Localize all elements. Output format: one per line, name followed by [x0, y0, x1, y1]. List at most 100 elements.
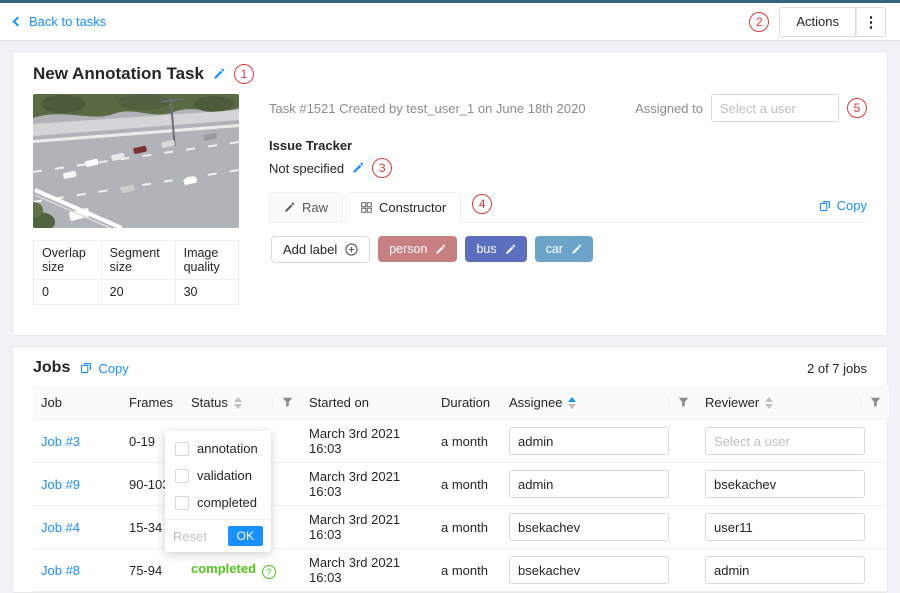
edit-task-name-icon[interactable]: [213, 68, 225, 80]
assignee-input[interactable]: [509, 513, 669, 541]
add-label-text: Add label: [283, 242, 337, 257]
job-link[interactable]: Job #9: [41, 477, 80, 492]
column-assignee[interactable]: Assignee: [501, 386, 697, 420]
question-circle-icon[interactable]: ?: [262, 565, 276, 579]
assignee-input[interactable]: [509, 556, 669, 584]
jobs-card: Jobs Copy 2 of 7 jobs Job Frames Status: [12, 346, 888, 593]
issue-tracker-value: Not specified: [269, 161, 344, 176]
started-cell: March 3rd 2021 16:03: [301, 506, 433, 549]
column-reviewer[interactable]: Reviewer: [697, 386, 889, 420]
assigned-to-group: Assigned to 5: [635, 94, 867, 122]
assignee-sort-icons[interactable]: [568, 397, 576, 409]
jobs-header: Jobs Copy 2 of 7 jobs: [33, 359, 867, 377]
checkbox-icon[interactable]: [175, 442, 189, 456]
column-job: Job: [33, 386, 121, 420]
job-row-3: Job #3 0-19 March 3rd 2021 16:03 a month: [33, 420, 889, 463]
task-title: New Annotation Task: [33, 64, 204, 84]
constructor-icon: [361, 202, 372, 213]
reviewer-input[interactable]: [705, 556, 865, 584]
task-right-column: Task #1521 Created by test_user_1 on Jun…: [269, 94, 867, 319]
edit-label-icon[interactable]: [505, 244, 516, 255]
job-row-8: Job #8 75-94 completed? March 3rd 2021 1…: [33, 549, 889, 592]
topbar-right: 2 Actions ⋮: [749, 7, 886, 37]
annotation-circle-1: 1: [234, 64, 254, 84]
back-to-tasks-link[interactable]: Back to tasks: [14, 14, 106, 29]
job-row-9: Job #9 90-103 March 3rd 2021 16:03 a mon…: [33, 463, 889, 506]
filter-option-completed[interactable]: completed: [165, 489, 271, 516]
param-value-quality: 30: [175, 280, 238, 305]
param-header-segment: Segment size: [101, 241, 175, 280]
column-status[interactable]: Status: [183, 386, 301, 420]
reviewer-sort-icons[interactable]: [765, 397, 773, 409]
reset-button[interactable]: Reset: [173, 529, 207, 544]
started-cell: March 3rd 2021 16:03: [301, 420, 433, 463]
param-value-segment: 20: [101, 280, 175, 305]
edit-issue-tracker-icon[interactable]: [352, 162, 364, 174]
tab-raw-label: Raw: [302, 200, 328, 215]
more-actions-button[interactable]: ⋮: [856, 7, 886, 37]
filter-option-validation[interactable]: validation: [165, 462, 271, 489]
back-label: Back to tasks: [29, 14, 106, 29]
reviewer-filter-icon[interactable]: [860, 397, 881, 408]
column-duration: Duration: [433, 386, 501, 420]
column-status-label: Status: [191, 395, 228, 410]
job-link[interactable]: Job #4: [41, 520, 80, 535]
reviewer-input[interactable]: [705, 513, 865, 541]
actions-button[interactable]: Actions: [779, 7, 856, 37]
edit-label-icon[interactable]: [435, 244, 446, 255]
copy-labels-link[interactable]: Copy: [819, 198, 867, 222]
labels-constructor-area: Add label person bus car: [269, 223, 867, 319]
job-row-4: Job #4 15-34 March 3rd 2021 16:03 a mont…: [33, 506, 889, 549]
jobs-table-header-row: Job Frames Status Started on Duration As…: [33, 386, 889, 420]
label-chip-person[interactable]: person: [378, 236, 457, 262]
task-left-column: Overlap size Segment size Image quality …: [33, 94, 239, 319]
task-title-row: New Annotation Task 1: [33, 64, 867, 84]
tab-constructor[interactable]: Constructor: [346, 192, 461, 223]
label-chip-car[interactable]: car: [535, 236, 593, 262]
param-header-quality: Image quality: [175, 241, 238, 280]
issue-tracker-block: Issue Tracker Not specified 3: [269, 138, 867, 178]
filter-option-annotation[interactable]: annotation: [165, 435, 271, 462]
assigned-to-label: Assigned to: [635, 101, 703, 116]
tab-raw[interactable]: Raw: [269, 192, 343, 223]
status-filter-icon[interactable]: [272, 397, 293, 408]
ok-button[interactable]: OK: [228, 526, 263, 546]
assigned-to-input[interactable]: [711, 94, 839, 122]
assignee-input[interactable]: [509, 427, 669, 455]
status-cell: completed?: [183, 549, 301, 592]
copy-label: Copy: [837, 198, 867, 213]
reviewer-input[interactable]: [705, 427, 865, 455]
jobs-table: Job Frames Status Started on Duration As…: [33, 386, 889, 592]
reviewer-input[interactable]: [705, 470, 865, 498]
label-name: car: [546, 242, 563, 256]
checkbox-icon[interactable]: [175, 496, 189, 510]
job-link[interactable]: Job #8: [41, 563, 80, 578]
status-filter-dropdown: annotation validation completed Reset OK: [165, 431, 271, 552]
issue-tracker-value-row: Not specified 3: [269, 158, 867, 178]
param-value-overlap: 0: [34, 280, 102, 305]
copy-icon: [80, 362, 92, 374]
label-name: bus: [476, 242, 496, 256]
jobs-count: 2 of 7 jobs: [807, 361, 867, 376]
status-sort-icons[interactable]: [234, 397, 242, 409]
pencil-icon: [284, 202, 295, 213]
edit-label-icon[interactable]: [571, 244, 582, 255]
task-meta-text: Task #1521 Created by test_user_1 on Jun…: [269, 101, 586, 116]
task-preview-image: [33, 94, 239, 228]
copy-icon: [819, 200, 831, 212]
assignee-input[interactable]: [509, 470, 669, 498]
duration-cell: a month: [433, 420, 501, 463]
labels-tabs-bar: Raw Constructor 4 Copy: [269, 192, 867, 223]
add-label-button[interactable]: Add label: [271, 236, 370, 263]
job-link[interactable]: Job #3: [41, 434, 80, 449]
label-chip-bus[interactable]: bus: [465, 236, 526, 262]
annotation-circle-2: 2: [749, 12, 769, 32]
param-header-overlap: Overlap size: [34, 241, 102, 280]
copy-jobs-link[interactable]: Copy: [80, 361, 128, 376]
checkbox-icon[interactable]: [175, 469, 189, 483]
assignee-filter-icon[interactable]: [668, 397, 689, 408]
plus-circle-icon: [345, 243, 358, 256]
filter-option-label: validation: [197, 468, 252, 483]
duration-cell: a month: [433, 506, 501, 549]
filter-option-label: completed: [197, 495, 257, 510]
